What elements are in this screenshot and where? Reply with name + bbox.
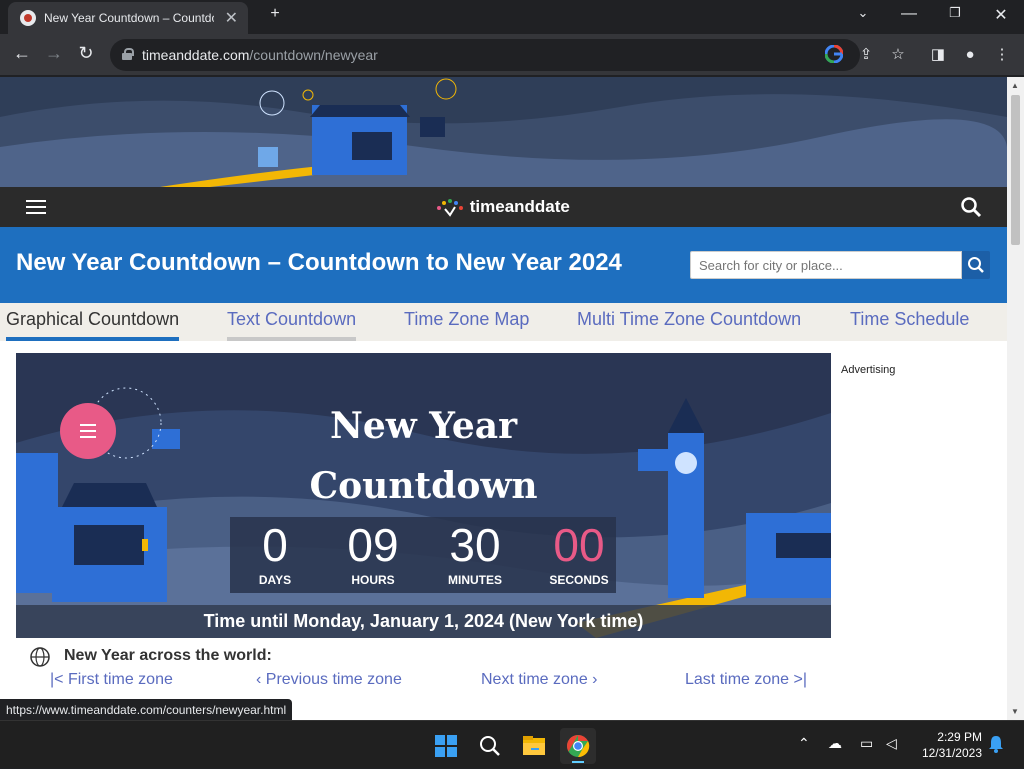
bookmark-star-icon[interactable]: ☆ <box>888 45 908 65</box>
seconds-unit: 00 SECONDS <box>534 517 624 587</box>
site-search-icon[interactable] <box>960 196 982 218</box>
start-button[interactable] <box>428 728 464 764</box>
search-icon <box>968 257 984 273</box>
logo-dots-icon <box>435 198 465 217</box>
days-unit: 0 DAYS <box>230 517 320 587</box>
tab-graphical-countdown[interactable]: Graphical Countdown <box>6 309 180 341</box>
previous-time-zone-link[interactable]: ‹ Previous time zone <box>256 671 402 689</box>
days-label: DAYS <box>258 573 292 587</box>
search-taskbar-icon[interactable] <box>472 728 508 764</box>
close-window-button[interactable]: ✕ <box>978 5 1024 25</box>
next-time-zone-link[interactable]: Next time zone › <box>481 671 598 689</box>
taskbar-clock[interactable]: 2:29 PM 12/31/2023 <box>906 729 982 761</box>
notification-bell-icon[interactable] <box>988 735 1004 756</box>
globe-icon <box>30 647 50 667</box>
last-icon: >| <box>789 671 808 688</box>
google-icon[interactable] <box>824 44 844 65</box>
web-page: timeanddate New Year Countdown – Countdo… <box>0 77 1007 720</box>
tab-search-chevron-icon[interactable]: ⌄ <box>840 5 886 21</box>
countdown-title-line1: New Year <box>329 405 518 447</box>
page-header: New Year Countdown – Countdown to New Ye… <box>0 227 1007 303</box>
clock-time: 2:29 PM <box>937 730 982 744</box>
show-hidden-icons-chevron-icon[interactable]: ⌃ <box>798 735 810 752</box>
scroll-down-icon: ▼ <box>1011 707 1019 716</box>
world-heading: New Year across the world: <box>64 647 272 664</box>
tab-text-countdown[interactable]: Text Countdown <box>227 309 357 341</box>
browser-tab[interactable]: New Year Countdown – Countdown ✕ <box>8 2 248 34</box>
tab-multi-time-zone-countdown[interactable]: Multi Time Zone Countdown <box>577 309 801 330</box>
chrome-taskbar-icon[interactable] <box>560 728 596 764</box>
tab-title: New Year Countdown – Countdown <box>44 11 214 25</box>
close-tab-icon[interactable]: ✕ <box>225 8 238 28</box>
profile-icon[interactable]: ● <box>960 45 980 65</box>
minutes-value: 30 <box>449 519 501 571</box>
minutes-label: MINUTES <box>448 573 502 587</box>
share-icon[interactable]: ⇪ <box>856 45 876 65</box>
windows-taskbar: ⌃ ☁ ▭ ◁ 2:29 PM 12/31/2023 <box>0 720 1024 768</box>
countdown-timer: 0 DAYS 09 HOURS 30 MINUTES 00 SECONDS <box>230 517 616 593</box>
hours-value: 09 <box>347 519 399 571</box>
holiday-banner <box>0 77 1007 187</box>
new-year-world-nav: New Year across the world: |< First time… <box>30 645 830 705</box>
minutes-unit: 30 MINUTES <box>430 517 520 587</box>
clock-date: 12/31/2023 <box>921 746 982 760</box>
last-time-zone-link[interactable]: Last time zone >| <box>685 671 807 689</box>
reload-button[interactable]: ↻ <box>74 43 98 64</box>
next-icon: › <box>587 671 598 688</box>
countdown-title-line2: Countdown <box>309 465 538 507</box>
countdown-widget: New Year Countdown 0 DAYS 09 HOURS 30 MI… <box>16 353 831 638</box>
scrollbar-thumb[interactable] <box>1011 95 1020 245</box>
city-search-button[interactable] <box>962 251 990 279</box>
countdown-tabs: Graphical Countdown Text Countdown Time … <box>0 303 1007 341</box>
network-icon[interactable]: ▭ <box>860 735 873 752</box>
minimize-button[interactable]: — <box>886 5 932 23</box>
restore-button[interactable]: ❐ <box>932 5 978 21</box>
url-text: timeanddate.com/countdown/newyear <box>142 47 378 63</box>
seconds-value: 00 <box>553 519 605 571</box>
lock-icon <box>122 48 134 60</box>
site-menu-hamburger-icon[interactable] <box>26 200 46 214</box>
page-scrollbar[interactable]: ▲ ▼ <box>1007 77 1024 720</box>
volume-icon[interactable]: ◁ <box>886 735 897 752</box>
days-value: 0 <box>262 519 288 571</box>
time-until-text: Time until Monday, January 1, 2024 (New … <box>16 605 831 638</box>
new-tab-button[interactable]: + <box>252 5 298 23</box>
previous-icon: ‹ <box>256 671 266 688</box>
tab-time-zone-map[interactable]: Time Zone Map <box>404 309 529 330</box>
browser-menu-icon[interactable]: ⋮ <box>992 45 1012 65</box>
first-time-zone-link[interactable]: |< First time zone <box>50 671 173 689</box>
tab-time-schedule[interactable]: Time Schedule <box>850 309 969 330</box>
file-explorer-icon[interactable] <box>516 728 552 764</box>
site-logo[interactable]: timeanddate <box>435 197 570 217</box>
windows-icon <box>435 735 457 757</box>
seconds-label: SECONDS <box>549 573 609 587</box>
browser-title-bar: New Year Countdown – Countdown ✕ + ⌄ — ❐… <box>0 0 1024 34</box>
status-bar-url: https://www.timeanddate.com/counters/new… <box>0 699 293 721</box>
back-button[interactable]: ← <box>10 43 34 64</box>
scroll-up-icon: ▲ <box>1011 81 1019 90</box>
hours-unit: 09 HOURS <box>328 517 418 587</box>
advertising-label: Advertising <box>841 364 896 376</box>
city-search-input[interactable] <box>690 251 962 279</box>
hours-label: HOURS <box>351 573 395 587</box>
page-title: New Year Countdown – Countdown to New Ye… <box>16 249 622 276</box>
address-bar[interactable]: timeanddate.com/countdown/newyear <box>110 39 860 71</box>
browser-toolbar: ← → ↻ timeanddate.com/countdown/newyear … <box>0 34 1024 76</box>
forward-button[interactable]: → <box>42 43 66 64</box>
site-navbar: timeanddate <box>0 187 1007 227</box>
site-favicon-icon <box>20 10 36 26</box>
first-icon: |< <box>50 671 68 688</box>
onedrive-icon[interactable]: ☁ <box>828 735 842 752</box>
side-panel-icon[interactable]: ◨ <box>928 45 948 65</box>
